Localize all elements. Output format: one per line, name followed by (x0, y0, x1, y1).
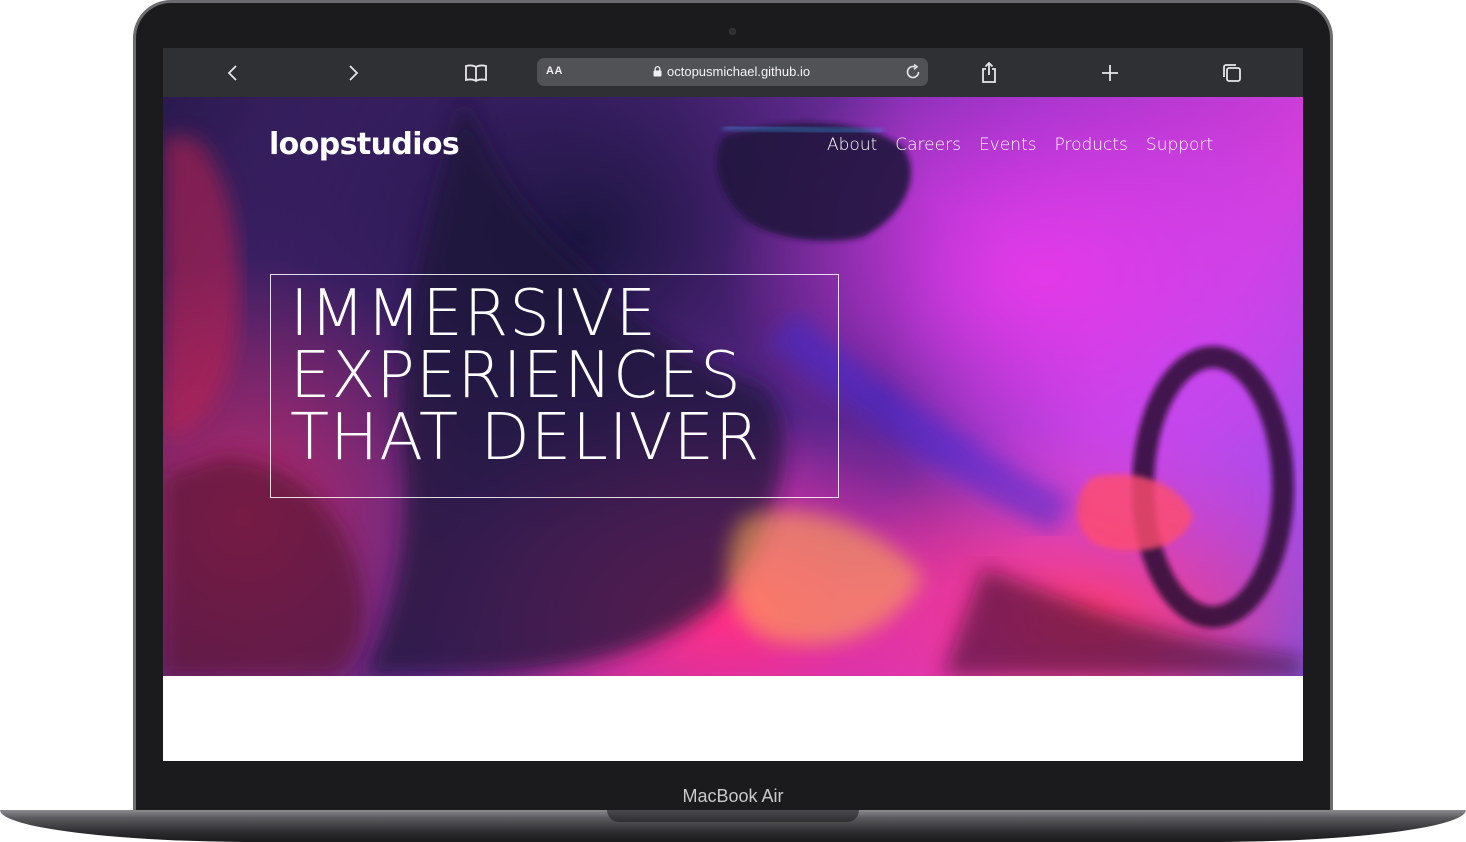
tabs-icon (1223, 64, 1241, 82)
browser-toolbar: AA octopusmichael.github.io (163, 48, 1303, 97)
url-text: octopusmichael.github.io (667, 64, 811, 79)
headline-line-3: THAT DELIVER (290, 401, 761, 475)
laptop-hinge-notch (607, 810, 859, 822)
camera-icon (729, 28, 736, 35)
new-tab-button[interactable] (1096, 59, 1124, 87)
headline-line-1: IMMERSIVE (290, 277, 657, 351)
chevron-left-icon (227, 65, 237, 81)
nav-link-events[interactable]: Events (979, 135, 1037, 155)
share-icon (982, 61, 996, 83)
hero-headline: IMMERSIVE EXPERIENCES THAT DELIVER (290, 277, 761, 475)
share-button[interactable] (975, 59, 1003, 87)
nav-link-products[interactable]: Products (1055, 135, 1128, 155)
bookmarks-button[interactable] (462, 59, 490, 87)
book-icon (465, 64, 487, 83)
hero-section: loopstudios About Careers Events Product… (163, 97, 1303, 676)
reload-icon[interactable] (904, 63, 922, 81)
forward-button[interactable] (339, 59, 367, 87)
back-button[interactable] (219, 59, 247, 87)
headline-box: IMMERSIVE EXPERIENCES THAT DELIVER (270, 274, 839, 498)
chevron-right-icon (349, 65, 359, 81)
text-size-button[interactable]: AA (546, 65, 563, 77)
nav-link-careers[interactable]: Careers (895, 135, 961, 155)
url-display[interactable]: octopusmichael.github.io (653, 64, 810, 79)
device-model-label: MacBook Air (682, 786, 784, 806)
tabs-overview-button[interactable] (1218, 59, 1246, 87)
brand-logo[interactable]: loopstudios (269, 127, 460, 162)
page-content-area (163, 676, 1303, 761)
browser-screen: AA octopusmichael.github.io loopstudios … (163, 48, 1303, 761)
lock-icon (653, 66, 662, 77)
main-nav: About Careers Events Products Support (827, 135, 1213, 155)
nav-link-about[interactable]: About (827, 135, 877, 155)
plus-icon (1102, 65, 1118, 81)
address-bar[interactable]: AA octopusmichael.github.io (537, 58, 928, 86)
nav-link-support[interactable]: Support (1146, 135, 1213, 155)
headline-line-2: EXPERIENCES (290, 339, 742, 413)
